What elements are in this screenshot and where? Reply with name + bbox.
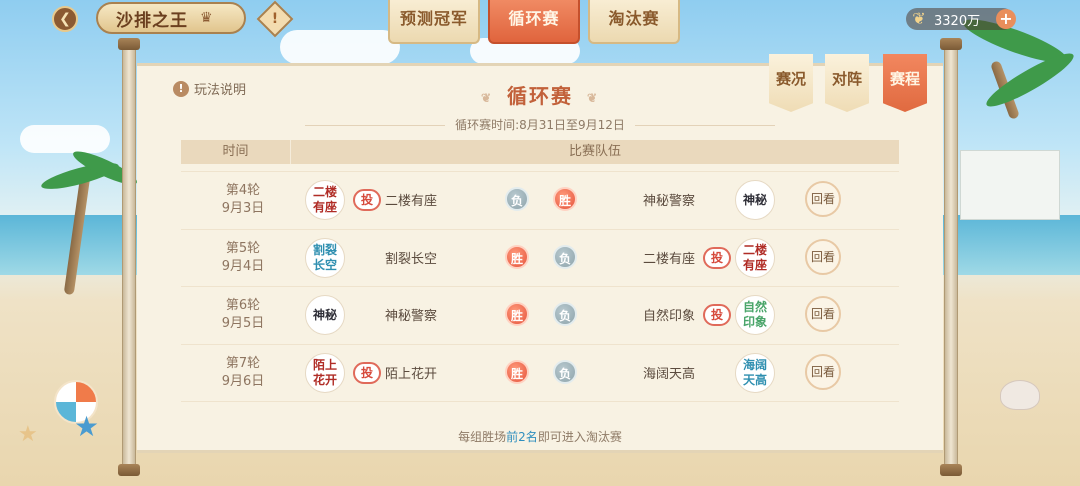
cloud xyxy=(280,30,400,64)
schedule-rows: 第4轮 9月3日 二楼 有座 投 二楼有座 负 胜 神秘警察 神秘 回看 第5轮 … xyxy=(181,156,899,402)
back-button[interactable]: ❮ xyxy=(52,6,78,32)
period-text: 循环赛时间:8月31日至9月12日 xyxy=(455,118,625,132)
bet-button[interactable]: 投 xyxy=(353,361,381,384)
seashell xyxy=(1000,380,1040,410)
footer-note: 每组胜场前2名即可进入淘汰赛 xyxy=(137,428,943,445)
team-emblem: 割裂 长空 xyxy=(305,237,345,278)
exclamation-icon: ! xyxy=(271,11,279,27)
beach-house xyxy=(960,150,1060,220)
divider xyxy=(634,125,775,126)
team-emblem: 陌上 花开 xyxy=(305,352,345,393)
team-emblem: 神秘 xyxy=(735,180,775,220)
left-result-badge: 负 xyxy=(505,187,529,211)
tab-knockout[interactable]: 淘汰赛 xyxy=(588,0,680,44)
scroll-rod-right xyxy=(944,44,958,468)
event-title: 沙排之王 xyxy=(116,10,188,31)
round-cell: 第4轮 9月3日 xyxy=(195,182,291,218)
left-result-badge: 胜 xyxy=(505,302,529,326)
team-emblem: 神秘 xyxy=(305,295,345,335)
bet-button[interactable]: 投 xyxy=(703,246,731,269)
starfish-icon: ★ xyxy=(18,422,38,447)
table-row: 第5轮 9月4日 割裂 长空 割裂长空 胜 负 二楼有座 投 二楼 有座 回看 xyxy=(181,230,899,287)
round-label: 第4轮 xyxy=(225,183,261,198)
starfish-icon: ★ xyxy=(74,410,100,443)
replay-button[interactable]: 回看 xyxy=(805,181,841,217)
table-row: 第7轮 9月6日 陌上 花开 投 陌上花开 胜 负 海阔天高 海阔 天高 回看 xyxy=(181,345,899,402)
left-team-name: 二楼有座 xyxy=(385,194,438,209)
round-date: 9月5日 xyxy=(221,316,265,331)
ornament-icon: ❦ xyxy=(587,90,600,105)
right-result-badge: 负 xyxy=(553,244,577,269)
bet-button[interactable]: 投 xyxy=(703,304,731,326)
right-result-badge: 胜 xyxy=(553,187,577,211)
cloud xyxy=(20,125,110,153)
replay-button[interactable]: 回看 xyxy=(805,353,841,390)
round-cell: 第5轮 9月4日 xyxy=(195,240,291,276)
footer-highlight: 前2名 xyxy=(506,430,538,444)
side-tab-schedule[interactable]: 赛程 xyxy=(883,54,927,112)
round-label: 第6轮 xyxy=(225,298,261,313)
right-team-name: 自然印象 xyxy=(643,309,696,324)
panel-title: 循环赛 xyxy=(507,84,573,108)
schedule-panel: ! 玩法说明 ❦ 循环赛 ❦ 循环赛时间:8月31日至9月12日 赛况 对阵 赛程 … xyxy=(137,54,943,453)
round-date: 9月3日 xyxy=(221,201,265,216)
crown-icon: ♛ xyxy=(200,10,213,26)
team-emblem: 二楼 有座 xyxy=(735,237,775,278)
team-emblem: 自然 印象 xyxy=(735,295,775,335)
left-team-name: 神秘警察 xyxy=(385,309,438,324)
add-currency-button[interactable]: + xyxy=(996,9,1016,29)
side-tab-matchups[interactable]: 对阵 xyxy=(825,54,869,112)
column-header-teams: 比赛队伍 xyxy=(568,144,621,159)
left-result-badge: 胜 xyxy=(505,244,529,269)
right-result-badge: 负 xyxy=(553,302,577,326)
currency-amount: 3320万 xyxy=(934,13,981,29)
table-row: 第4轮 9月3日 二楼 有座 投 二楼有座 负 胜 神秘警察 神秘 回看 xyxy=(181,172,899,230)
panel-title-wrap: ❦ 循环赛 ❦ xyxy=(137,80,943,109)
round-date: 9月6日 xyxy=(221,373,265,389)
replay-button[interactable]: 回看 xyxy=(805,238,841,275)
bet-button[interactable]: 投 xyxy=(353,189,381,211)
right-result-badge: 负 xyxy=(553,359,577,384)
ornament-icon: ❦ xyxy=(480,90,493,105)
round-date: 9月4日 xyxy=(221,258,265,274)
left-result-badge: 胜 xyxy=(505,359,529,384)
scroll-cap xyxy=(118,38,140,50)
right-team-name: 神秘警察 xyxy=(643,194,696,209)
back-arrow-icon: ❮ xyxy=(59,11,71,27)
team-emblem: 海阔 天高 xyxy=(735,352,775,393)
left-team-name: 割裂长空 xyxy=(385,251,438,267)
period-line: 循环赛时间:8月31日至9月12日 xyxy=(137,116,943,133)
tab-round-robin[interactable]: 循环赛 xyxy=(488,0,580,44)
table-header: 时间 比赛队伍 xyxy=(181,140,899,164)
table-row: 第6轮 9月5日 神秘 神秘警察 胜 负 自然印象 投 自然 印象 回看 xyxy=(181,287,899,345)
scroll-cap xyxy=(940,38,962,50)
side-tab-status[interactable]: 赛况 xyxy=(769,54,813,112)
right-team-name: 二楼有座 xyxy=(643,251,696,267)
schedule-table[interactable]: 第4轮 9月3日 二楼 有座 投 二楼有座 负 胜 神秘警察 神秘 回看 第5轮 … xyxy=(181,140,899,422)
scroll-cap xyxy=(118,464,140,476)
scroll-rod-left xyxy=(122,44,136,468)
replay-button[interactable]: 回看 xyxy=(805,296,841,332)
column-header-time: 时间 xyxy=(181,140,291,164)
scroll-cap xyxy=(940,464,962,476)
round-cell: 第7轮 9月6日 xyxy=(195,355,291,391)
footer-suffix: 即可进入淘汰赛 xyxy=(537,430,622,444)
left-team-name: 陌上花开 xyxy=(385,366,438,382)
round-cell: 第6轮 9月5日 xyxy=(195,297,291,333)
round-label: 第5轮 xyxy=(225,240,261,256)
right-team-name: 海阔天高 xyxy=(643,366,696,382)
tab-predict-champion[interactable]: 预测冠军 xyxy=(388,0,480,44)
team-emblem: 二楼 有座 xyxy=(305,180,345,220)
event-title-plate: 沙排之王 ♛ xyxy=(96,2,246,34)
feather-coin-icon: ❦ xyxy=(912,9,926,28)
footer-prefix: 每组胜场 xyxy=(458,430,507,444)
round-label: 第7轮 xyxy=(225,355,261,371)
divider xyxy=(305,125,446,126)
